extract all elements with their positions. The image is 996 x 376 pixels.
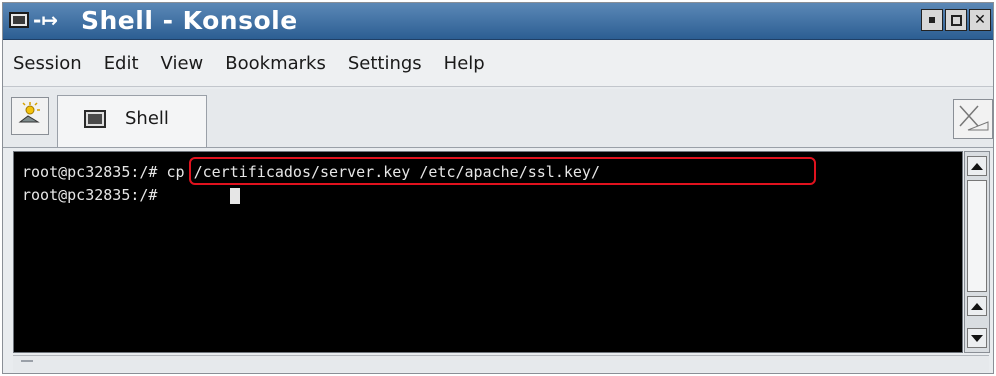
close-button[interactable]: ✕: [969, 9, 991, 31]
maximize-icon: [950, 14, 962, 26]
vertical-scrollbar[interactable]: [964, 151, 990, 353]
tab-label: Shell: [125, 108, 169, 129]
window-title: Shell - Konsole: [81, 6, 298, 35]
menu-bookmarks[interactable]: Bookmarks: [225, 53, 326, 74]
maximize-button[interactable]: [945, 9, 967, 31]
arrow-up-icon: [971, 302, 983, 310]
scroll-down-button[interactable]: [967, 328, 987, 348]
scroll-up-button[interactable]: [967, 156, 987, 176]
arrow-up-icon: [971, 162, 983, 170]
sticky-arrow-icon[interactable]: -↦: [33, 7, 58, 33]
scroll-up-button[interactable]: [967, 296, 987, 316]
menu-bar: Session Edit View Bookmarks Settings Hel…: [3, 40, 993, 87]
text-cursor: [230, 188, 240, 204]
menu-session[interactable]: Session: [13, 53, 82, 74]
arrow-down-icon: [971, 334, 983, 342]
new-session-icon: [18, 102, 40, 123]
tab-bar: Shell: [3, 89, 993, 148]
konsole-terminal-icon[interactable]: [9, 12, 29, 28]
highlight-annotation: [189, 157, 816, 185]
close-session-icon: [959, 105, 989, 131]
bottom-frame: [13, 355, 989, 372]
menu-settings[interactable]: Settings: [348, 53, 422, 74]
menu-help[interactable]: Help: [444, 53, 485, 74]
tab-shell[interactable]: Shell: [57, 95, 207, 147]
close-session-button[interactable]: [953, 99, 993, 139]
menu-edit[interactable]: Edit: [104, 53, 139, 74]
minimize-icon: [929, 17, 935, 23]
menu-view[interactable]: View: [161, 53, 204, 74]
resize-handle[interactable]: [21, 360, 33, 370]
window-controls: ✕: [921, 9, 991, 31]
minimize-button[interactable]: [921, 9, 943, 31]
konsole-window: -↦ Shell - Konsole ✕ Session Edit View B…: [2, 2, 994, 374]
scrollbar-thumb[interactable]: [967, 180, 987, 292]
close-icon: ✕: [974, 12, 986, 28]
terminal-icon: [84, 110, 106, 128]
new-session-button[interactable]: [11, 97, 49, 135]
title-bar[interactable]: -↦ Shell - Konsole ✕: [3, 3, 993, 40]
terminal-view[interactable]: root@pc32835:/# cp /certificados/server.…: [13, 151, 963, 353]
terminal-line: root@pc32835:/#: [22, 186, 167, 204]
